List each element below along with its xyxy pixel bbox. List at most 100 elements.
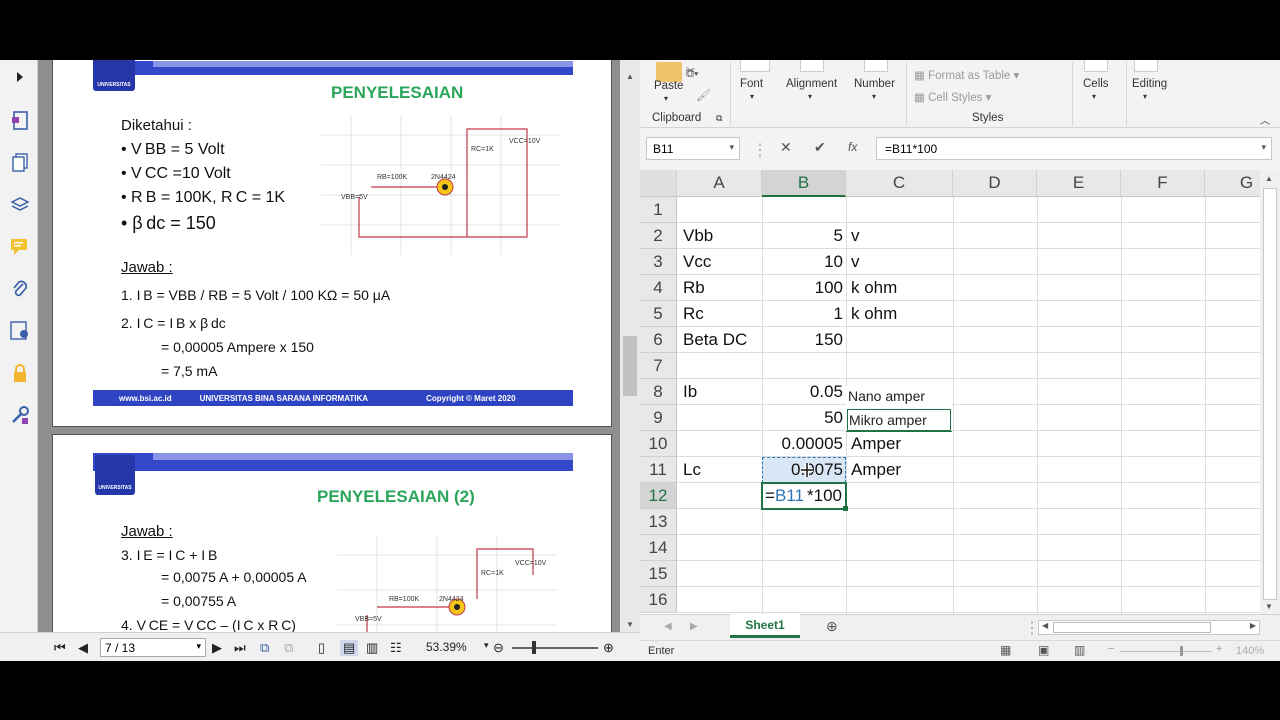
- autocomplete-item[interactable]: Nano amper: [848, 388, 925, 404]
- cell-b2[interactable]: 5: [762, 223, 846, 249]
- page-layout-view-icon[interactable]: ▣: [1038, 643, 1049, 657]
- name-box[interactable]: B11 ▾: [646, 137, 740, 160]
- scroll-up-icon[interactable]: ▲: [1265, 174, 1273, 183]
- cell-b3[interactable]: 10: [762, 249, 846, 275]
- sheet-tab-sheet1[interactable]: Sheet1: [730, 614, 800, 638]
- scroll-up-icon[interactable]: ▲: [626, 72, 634, 81]
- previous-page-icon[interactable]: ◀: [78, 640, 88, 656]
- cell-c3[interactable]: v: [848, 249, 863, 275]
- scroll-down-icon[interactable]: ▼: [1265, 602, 1273, 611]
- horizontal-scroll-thumb[interactable]: [1053, 622, 1211, 633]
- column-header-f[interactable]: F: [1121, 170, 1205, 197]
- expand-arrow-icon[interactable]: [9, 66, 31, 88]
- last-page-icon[interactable]: ⏭: [234, 640, 246, 656]
- editing-button[interactable]: Editing: [1132, 78, 1167, 90]
- format-painter-icon[interactable]: 🖌: [696, 88, 711, 102]
- row-header[interactable]: 13: [640, 509, 677, 535]
- attachment-icon[interactable]: [9, 278, 31, 300]
- vertical-scroll-thumb[interactable]: [1263, 188, 1277, 600]
- page-number-input[interactable]: 7 / 13 ▾: [100, 638, 206, 657]
- cell-b6[interactable]: 150: [762, 327, 846, 353]
- format-as-table-button[interactable]: ▦ Format as Table ▾: [914, 68, 1019, 82]
- select-all-corner[interactable]: [640, 170, 677, 197]
- scroll-down-icon[interactable]: ▼: [626, 620, 634, 629]
- layers-icon[interactable]: [9, 194, 31, 216]
- continuous-view-icon[interactable]: ▤: [340, 640, 359, 656]
- pages-icon[interactable]: [9, 152, 31, 174]
- row-header[interactable]: 8: [640, 379, 677, 405]
- cancel-icon[interactable]: ✕: [780, 139, 792, 156]
- normal-view-icon[interactable]: ▦: [1000, 643, 1011, 657]
- cell-c2[interactable]: v: [848, 223, 863, 249]
- scroll-left-icon[interactable]: ◀: [1042, 621, 1048, 630]
- drag-handle-icon[interactable]: ⋮: [752, 140, 768, 160]
- cell-a5[interactable]: Rc: [680, 301, 707, 327]
- bookmark-icon[interactable]: [9, 110, 31, 132]
- pdf-scroll-thumb[interactable]: [623, 336, 637, 396]
- row-header[interactable]: 10: [640, 431, 677, 457]
- copy-icon[interactable]: ⧉: [260, 640, 269, 656]
- editing-dropdown-icon[interactable]: ▾: [1143, 92, 1147, 101]
- cell-c11[interactable]: Amper: [848, 457, 904, 483]
- zoom-slider-thumb[interactable]: [532, 641, 536, 654]
- column-header-e[interactable]: E: [1037, 170, 1121, 197]
- previous-sheet-icon[interactable]: ◀: [664, 621, 672, 632]
- font-button[interactable]: Font: [740, 78, 763, 90]
- add-sheet-icon[interactable]: ⊕: [826, 618, 838, 635]
- zoom-in-icon[interactable]: ⊕: [603, 640, 614, 656]
- row-header[interactable]: 6: [640, 327, 677, 353]
- signature-icon[interactable]: [9, 320, 31, 342]
- zoom-in-icon[interactable]: +: [1216, 643, 1222, 655]
- next-sheet-icon[interactable]: ▶: [690, 621, 698, 632]
- row-header[interactable]: 5: [640, 301, 677, 327]
- collapse-ribbon-icon[interactable]: ︿: [1260, 112, 1270, 127]
- row-header[interactable]: 1: [640, 197, 677, 223]
- spreadsheet-grid[interactable]: A B C D E F G 1 2 3 4 5 6 7 8 9 10 11 12 13 14 15 16 Vb…: [640, 170, 1260, 614]
- horizontal-scrollbar[interactable]: ◀ ▶: [1038, 620, 1260, 635]
- cell-b5[interactable]: 1: [762, 301, 846, 327]
- cell-c4[interactable]: k ohm: [848, 275, 900, 301]
- tools-icon[interactable]: [9, 404, 31, 426]
- column-header-c[interactable]: C: [846, 170, 953, 197]
- cell-a3[interactable]: Vcc: [680, 249, 714, 275]
- lock-icon[interactable]: [9, 362, 31, 384]
- zoom-slider[interactable]: [1120, 651, 1212, 652]
- row-header[interactable]: 2: [640, 223, 677, 249]
- font-dropdown-icon[interactable]: ▾: [750, 92, 754, 101]
- facing-view-icon[interactable]: ▥: [366, 640, 378, 656]
- zoom-level[interactable]: 53.39%: [426, 640, 467, 654]
- enter-check-icon[interactable]: ✔: [814, 139, 826, 156]
- zoom-dropdown-icon[interactable]: ▾: [484, 640, 489, 651]
- comment-icon[interactable]: [9, 236, 31, 258]
- cell-a8[interactable]: Ib: [680, 379, 700, 405]
- cell-a6[interactable]: Beta DC: [680, 327, 750, 353]
- paste-icon[interactable]: ⧉: [284, 640, 293, 656]
- paste-dropdown-icon[interactable]: ▾: [664, 94, 668, 103]
- column-header-g[interactable]: G: [1205, 170, 1260, 197]
- alignment-button[interactable]: Alignment: [786, 78, 837, 90]
- cell-b10[interactable]: 0.00005: [762, 431, 846, 457]
- cell-c5[interactable]: k ohm: [848, 301, 900, 327]
- number-button[interactable]: Number: [854, 78, 895, 90]
- row-header[interactable]: 12: [640, 483, 677, 509]
- cell-c10[interactable]: Amper: [848, 431, 904, 457]
- paste-icon[interactable]: [656, 62, 682, 82]
- column-header-b[interactable]: B: [762, 170, 846, 197]
- alignment-dropdown-icon[interactable]: ▾: [808, 92, 812, 101]
- copy-icon[interactable]: ⧉▾: [686, 68, 698, 81]
- row-header[interactable]: 3: [640, 249, 677, 275]
- fill-handle[interactable]: [843, 506, 848, 511]
- cell-b9[interactable]: 50: [762, 405, 846, 431]
- row-header[interactable]: 11: [640, 457, 677, 483]
- paste-button[interactable]: Paste: [654, 80, 683, 92]
- continuous-facing-view-icon[interactable]: ☷: [390, 640, 402, 656]
- vertical-scrollbar[interactable]: ▲ ▼: [1260, 170, 1280, 614]
- first-page-icon[interactable]: ⏮: [54, 640, 66, 656]
- insert-function-icon[interactable]: fx: [848, 140, 857, 154]
- column-header-d[interactable]: D: [953, 170, 1037, 197]
- zoom-percentage[interactable]: 140%: [1236, 645, 1264, 657]
- row-header[interactable]: 15: [640, 561, 677, 587]
- row-header[interactable]: 14: [640, 535, 677, 561]
- cell-b4[interactable]: 100: [762, 275, 846, 301]
- dialog-launcher-icon[interactable]: ⧉: [716, 113, 722, 124]
